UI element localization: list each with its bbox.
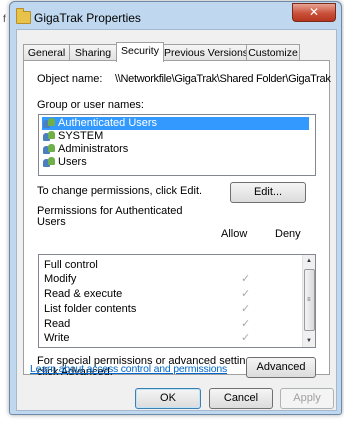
allow-check-write: ✓ xyxy=(241,332,251,344)
permission-name: List folder contents xyxy=(44,303,137,315)
allow-check-modify: ✓ xyxy=(241,273,251,285)
cancel-button[interactable]: Cancel xyxy=(209,388,273,409)
object-name-value: \\Networkfile\GigaTrak\Shared Folder\Gig… xyxy=(115,73,331,85)
permissions-scrollbar[interactable]: ▲ ≡ ▼ xyxy=(302,255,315,347)
allow-column-header: Allow xyxy=(221,228,248,240)
users-icon xyxy=(43,157,56,168)
tab-security[interactable]: Security xyxy=(116,42,164,62)
permissions-list[interactable]: Full control Modify ✓ Read & execute ✓ L… xyxy=(38,254,316,348)
users-icon xyxy=(43,144,56,155)
allow-check-list-folder-contents: ✓ xyxy=(241,303,251,315)
permission-row-full-control: Full control xyxy=(44,259,98,272)
scroll-down-arrow-icon[interactable]: ▼ xyxy=(303,335,315,347)
permission-name: Read xyxy=(44,318,71,330)
list-item-authenticated-users[interactable]: Authenticated Users xyxy=(42,117,309,130)
scroll-thumb[interactable]: ≡ xyxy=(304,269,315,331)
permission-name: Read & execute xyxy=(44,288,123,300)
list-item-system[interactable]: SYSTEM xyxy=(42,130,103,143)
list-item-label: SYSTEM xyxy=(58,130,104,142)
close-icon: ✕ xyxy=(308,5,320,19)
close-button[interactable]: ✕ xyxy=(292,3,336,22)
security-tab-panel: Object name: \\Networkfile\GigaTrak\Shar… xyxy=(23,60,331,378)
deny-column-header: Deny xyxy=(275,228,301,240)
permission-row-write: Write xyxy=(44,332,69,345)
title-bar[interactable]: GigaTrak Properties ✕ xyxy=(10,2,341,29)
permission-name: Modify xyxy=(44,273,77,285)
tab-previous-versions[interactable]: Previous Versions xyxy=(163,44,248,61)
users-icon xyxy=(43,118,56,129)
group-names-label: Group or user names: xyxy=(37,99,144,111)
ok-button[interactable]: OK xyxy=(135,388,201,409)
group-user-list[interactable]: Authenticated Users SYSTEM Administrator… xyxy=(38,114,316,176)
apply-button[interactable]: Apply xyxy=(280,388,334,409)
permission-row-modify: Modify xyxy=(44,273,76,286)
list-item-administrators[interactable]: Administrators xyxy=(42,143,128,156)
change-permissions-text: To change permissions, click Edit. xyxy=(37,185,203,197)
permission-row-read-execute: Read & execute xyxy=(44,288,122,301)
object-name-label: Object name: xyxy=(37,73,103,85)
tab-customize[interactable]: Customize xyxy=(246,44,300,61)
permission-row-read: Read xyxy=(44,318,70,331)
permission-name: Write xyxy=(44,332,70,344)
advanced-button[interactable]: Advanced xyxy=(246,357,316,378)
scroll-up-arrow-icon[interactable]: ▲ xyxy=(303,255,315,267)
list-item-label: Users xyxy=(58,156,87,168)
learn-more-link[interactable]: Learn about access control and permissio… xyxy=(30,363,227,375)
list-item-label: Authenticated Users xyxy=(58,117,158,129)
list-item-users[interactable]: Users xyxy=(42,156,87,169)
list-item-label: Administrators xyxy=(58,143,129,155)
permissions-for-label-user: Users xyxy=(37,216,66,228)
tab-general[interactable]: General xyxy=(23,44,70,61)
edit-button[interactable]: Edit... xyxy=(230,182,306,203)
users-icon xyxy=(43,131,56,142)
dialog-content: General Sharing Security Previous Versio… xyxy=(16,29,337,411)
permission-row-list-folder-contents: List folder contents xyxy=(44,303,136,316)
tab-sharing[interactable]: Sharing xyxy=(69,44,117,61)
window-title: GigaTrak Properties xyxy=(34,11,141,25)
properties-window: GigaTrak Properties ✕ General Sharing Se… xyxy=(9,1,342,415)
window-edge-mark: f xyxy=(3,14,6,25)
allow-check-read: ✓ xyxy=(241,318,251,330)
permission-name: Full control xyxy=(44,259,98,271)
allow-check-read-execute: ✓ xyxy=(241,288,251,300)
folder-icon xyxy=(16,8,31,24)
scroll-grip-icon: ≡ xyxy=(307,297,311,303)
